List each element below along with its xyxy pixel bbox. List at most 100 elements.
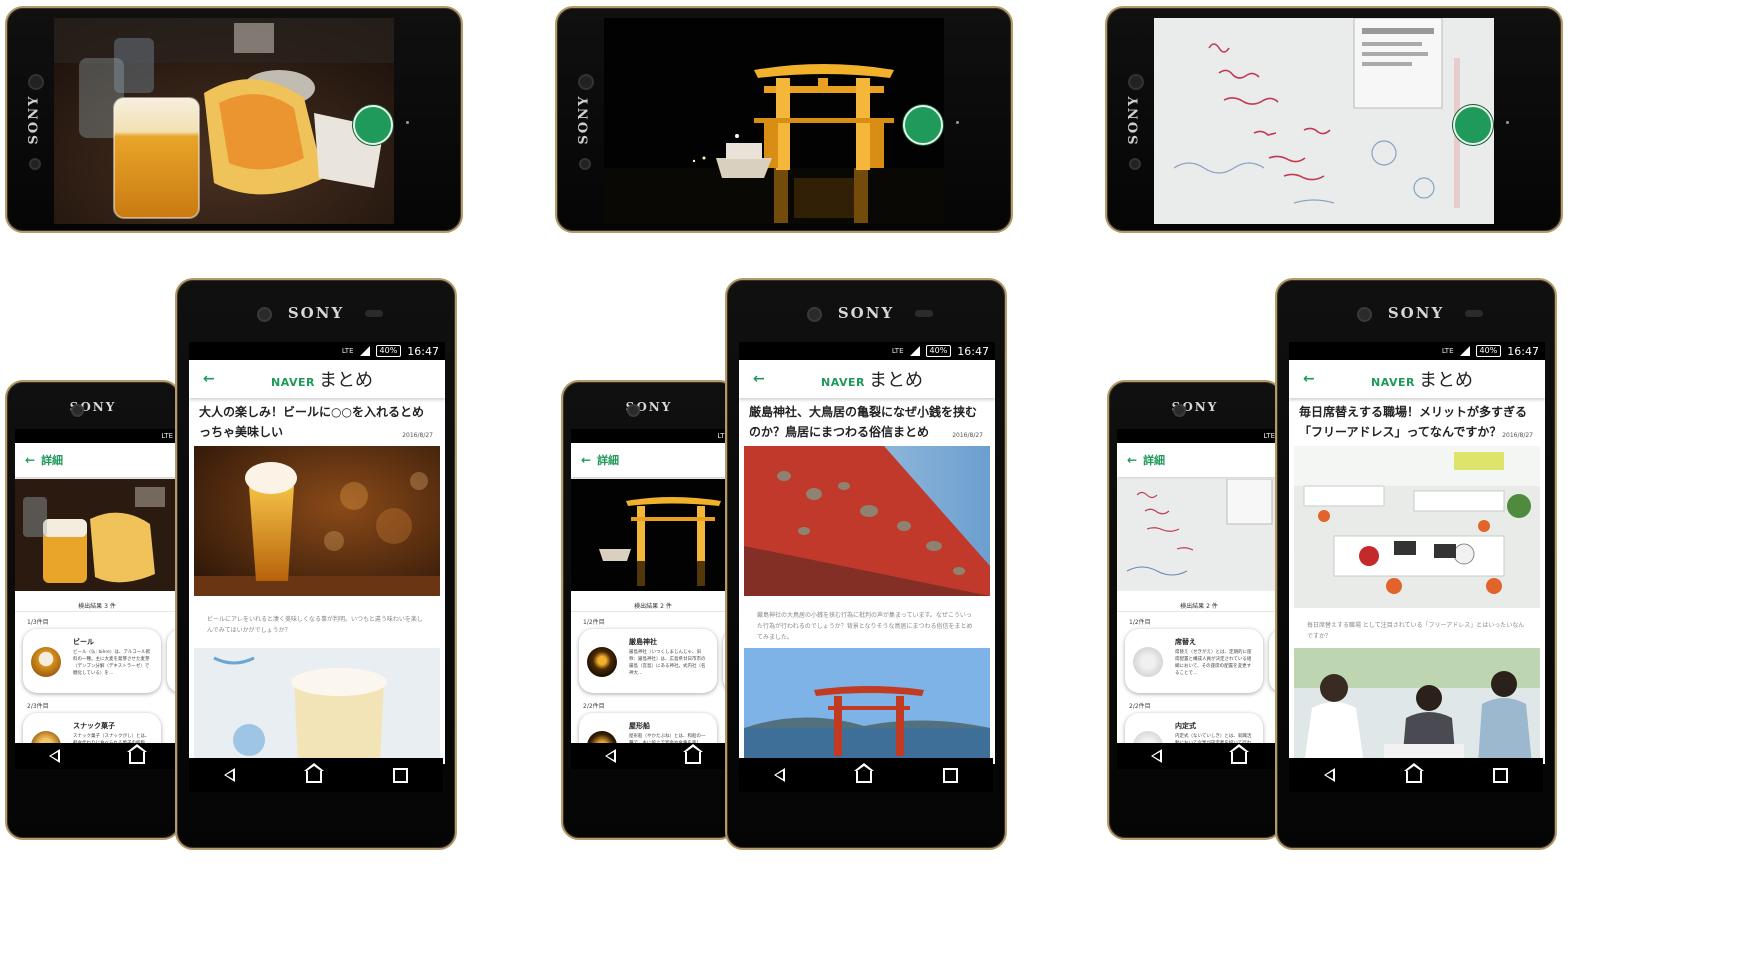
nav-home-icon[interactable] — [126, 744, 147, 764]
portrait-phone-detail-beer: SONY LTE ← 詳細 検出結果 3 件 1/3件目 ビール ビール（仏: … — [5, 380, 181, 840]
card-title: 内定式 — [1175, 722, 1196, 730]
result-index-1: 1/3件目 — [27, 619, 49, 626]
device-brand: SONY — [1126, 94, 1142, 145]
landscape-phone-torii-camera: SONY — [555, 6, 1013, 233]
battery-indicator: 40% — [1475, 345, 1502, 357]
result-card-1[interactable]: 厳島神社 厳島神社（いつくしまじんじゃ、旧称：厳島神社）は、広島県廿日市市の厳島… — [579, 629, 717, 693]
result-count-number: 2 件 — [660, 603, 672, 610]
camera-viewfinder[interactable] — [1154, 18, 1494, 224]
nav-back-icon[interactable] — [774, 768, 786, 782]
detail-title: 詳細 — [41, 454, 64, 467]
landscape-phone-whiteboard-camera: SONY — [1105, 6, 1563, 233]
divider — [15, 611, 179, 612]
back-arrow-icon[interactable]: ← — [203, 371, 215, 387]
nav-home-icon[interactable] — [303, 763, 324, 783]
app-bar: ← 詳細 — [1117, 443, 1281, 477]
nav-bar — [571, 743, 735, 769]
nav-recent-icon[interactable] — [942, 767, 958, 783]
nav-recent-icon[interactable] — [1492, 767, 1508, 783]
back-arrow-icon[interactable]: ← — [753, 371, 765, 387]
card-description: 席替え（せきがえ）とは、定期的に座席配置と構成人員が決定されている組織において、… — [1175, 650, 1252, 676]
captured-photo-whiteboard[interactable] — [1117, 479, 1281, 591]
result-index-2: 2/2件目 — [1129, 703, 1151, 710]
card-title: 席替え — [1175, 638, 1196, 646]
logo-naver: NAVER — [271, 376, 315, 389]
logo-matome: まとめ — [1418, 370, 1473, 391]
nav-back-icon[interactable] — [1151, 749, 1163, 763]
result-count-number: 3 件 — [104, 603, 116, 610]
device-brand: SONY — [625, 400, 673, 414]
back-arrow-icon[interactable]: ← — [1303, 371, 1315, 387]
article-caption: ビールにアレをいれると凄く美味しくなる事が判明。いつもと違う味わいを楽しんでみて… — [207, 616, 423, 634]
back-arrow-icon[interactable]: ← — [1127, 453, 1137, 467]
nav-home-icon[interactable] — [853, 763, 874, 783]
article-photo-office[interactable] — [1294, 446, 1540, 608]
detail-screen: LTE ← 詳細 検出結果 3 件 1/3件目 ビール ビール（仏: bière — [15, 429, 179, 769]
article-screen: LTE 40% 16:47 ← NAVER まとめ 毎日席替えする職場！メリット… — [1289, 342, 1545, 764]
captured-photo-torii[interactable] — [571, 479, 735, 591]
front-camera — [1173, 404, 1186, 417]
nav-home-icon[interactable] — [682, 744, 703, 764]
status-bar: LTE 40% 16:47 — [739, 342, 995, 360]
card-thumbnail — [31, 647, 61, 677]
card-description: ビール（仏: bière）は、アルコール飲料の一種。主に大麦を発芽させた麦芽（デ… — [73, 650, 151, 676]
shutter-button[interactable] — [903, 105, 943, 145]
card-title: スナック菓子 — [73, 722, 115, 730]
front-sensor — [29, 158, 41, 170]
battery-indicator: 40% — [375, 345, 402, 357]
result-card-1[interactable]: 席替え 席替え（せきがえ）とは、定期的に座席配置と構成人員が決定されている組織に… — [1125, 629, 1263, 693]
app-bar: ← 詳細 — [15, 443, 179, 477]
clock: 16:47 — [407, 344, 439, 358]
device-brand: SONY — [69, 400, 117, 414]
back-arrow-icon[interactable]: ← — [581, 453, 591, 467]
logo-naver: NAVER — [821, 376, 865, 389]
network-type: LTE — [1441, 347, 1454, 355]
speaker-grille — [915, 310, 933, 317]
app-bar: ← NAVER まとめ — [1289, 360, 1545, 398]
detail-title: 詳細 — [1143, 454, 1166, 467]
nav-home-icon[interactable] — [1403, 763, 1424, 783]
article-photo-meeting[interactable] — [1294, 648, 1540, 764]
article-caption: 厳島神社の大鳥居の小銭を挟む行為に批判の声が集まっています。なぜこういった行為が… — [757, 612, 973, 641]
result-label: 検出結果 — [78, 603, 103, 610]
logo-matome: まとめ — [868, 370, 923, 391]
nav-back-icon[interactable] — [224, 768, 236, 782]
signal-icon — [1459, 346, 1470, 356]
signal-icon — [909, 346, 920, 356]
app-logo: NAVER まとめ — [1371, 366, 1473, 392]
result-card-1[interactable]: ビール ビール（仏: bière）は、アルコール飲料の一種。主に大麦を発芽させた… — [23, 629, 161, 693]
front-sensor — [579, 158, 591, 170]
app-bar: ← NAVER まとめ — [189, 360, 445, 398]
shutter-button[interactable] — [353, 105, 393, 145]
device-brand: SONY — [287, 304, 345, 322]
nav-back-icon[interactable] — [605, 749, 617, 763]
result-index-1: 1/2件目 — [583, 619, 605, 626]
article-photo-torii-day[interactable] — [744, 648, 990, 764]
result-count: 検出結果 3 件 — [15, 601, 179, 610]
detail-screen: LTE ← 詳細 検出結果 2 件 1/2件目 席替え 席替え（せきがえ）とは、… — [1117, 429, 1281, 769]
front-sensor — [1129, 158, 1141, 170]
status-bar: LTE 40% 16:47 — [1289, 342, 1545, 360]
portrait-phone-article-beer: SONY LTE 40% 16:47 ← NAVER まとめ 大人の楽しみ！ビー… — [175, 278, 457, 850]
article-photo-beer-glass[interactable] — [194, 446, 440, 596]
network-type: LTE — [341, 347, 354, 355]
status-bar: LTE — [571, 429, 735, 443]
article-photo-coins[interactable] — [744, 446, 990, 596]
shutter-button[interactable] — [1453, 105, 1493, 145]
card-thumbnail — [1133, 647, 1163, 677]
captured-photo-beer[interactable] — [15, 479, 179, 591]
back-arrow-icon[interactable]: ← — [25, 453, 35, 467]
status-bar: LTE — [15, 429, 179, 443]
card-description: 厳島神社（いつくしまじんじゃ、旧称：厳島神社）は、広島県廿日市市の厳島（宮島）に… — [629, 650, 706, 676]
nav-home-icon[interactable] — [1228, 744, 1249, 764]
camera-viewfinder[interactable] — [54, 18, 394, 224]
nav-bar — [1117, 743, 1281, 769]
viewfinder-photo-whiteboard — [1154, 18, 1494, 224]
nav-recent-icon[interactable] — [392, 767, 408, 783]
result-count-number: 2 件 — [1206, 603, 1218, 610]
article-photo-beer-float[interactable] — [194, 648, 440, 764]
viewfinder-photo-torii — [604, 18, 944, 224]
nav-back-icon[interactable] — [1324, 768, 1336, 782]
camera-viewfinder[interactable] — [604, 18, 944, 224]
nav-back-icon[interactable] — [49, 749, 61, 763]
